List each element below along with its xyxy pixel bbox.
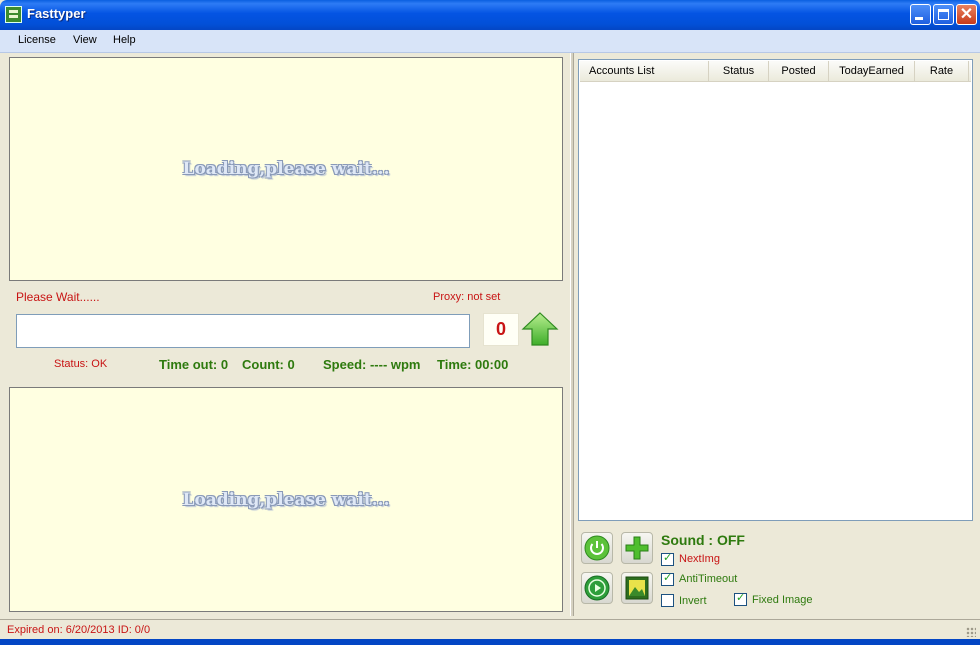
submit-arrow-icon[interactable] bbox=[521, 311, 559, 347]
wait-message: Please Wait...... bbox=[16, 290, 100, 304]
title-bar[interactable]: Fasttyper ✕ bbox=[0, 0, 980, 30]
picture-icon bbox=[625, 576, 649, 600]
close-button[interactable]: ✕ bbox=[956, 4, 977, 25]
expiry-text: Expired on: 6/20/2013 ID: 0/0 bbox=[7, 624, 151, 636]
column-header-rate[interactable]: Rate bbox=[915, 61, 969, 81]
play-button[interactable] bbox=[581, 572, 613, 604]
add-account-button[interactable] bbox=[621, 532, 653, 564]
status-label: Status: OK bbox=[54, 358, 108, 370]
power-button[interactable] bbox=[581, 532, 613, 564]
minimize-button[interactable] bbox=[910, 4, 931, 25]
speed-label: Speed: ---- wpm bbox=[323, 357, 421, 372]
menu-license[interactable]: License bbox=[18, 34, 56, 46]
nextimg-label: NextImg bbox=[679, 553, 720, 565]
preview-image-panel: Loading,please wait... bbox=[9, 387, 563, 612]
maximize-button[interactable] bbox=[933, 4, 954, 25]
close-icon: ✕ bbox=[959, 6, 974, 23]
splitter[interactable] bbox=[570, 53, 574, 616]
window-title: Fasttyper bbox=[27, 6, 86, 21]
fixed-image-label: Fixed Image bbox=[752, 594, 813, 606]
accounts-list[interactable]: Accounts List Status Posted TodayEarned … bbox=[578, 59, 973, 521]
status-bar: Expired on: 6/20/2013 ID: 0/0 bbox=[0, 619, 980, 640]
menu-bar: License View Help bbox=[0, 30, 980, 53]
image-button[interactable] bbox=[621, 572, 653, 604]
time-label: Time: 00:00 bbox=[437, 357, 509, 372]
timeout-label: Time out: 0 bbox=[159, 357, 229, 372]
minimize-icon bbox=[915, 17, 923, 20]
app-icon bbox=[5, 6, 22, 23]
antitimeout-checkbox[interactable]: ✓ bbox=[661, 571, 674, 586]
column-header-today-earned[interactable]: TodayEarned bbox=[829, 61, 915, 81]
maximize-icon bbox=[938, 9, 949, 20]
check-icon: ✓ bbox=[663, 551, 673, 564]
check-icon: ✓ bbox=[663, 571, 673, 584]
power-icon bbox=[584, 535, 610, 561]
menu-view[interactable]: View bbox=[73, 34, 97, 46]
accounts-list-header: Accounts List Status Posted TodayEarned … bbox=[580, 61, 971, 82]
nextimg-checkbox[interactable]: ✓ bbox=[661, 551, 674, 566]
column-header-accounts[interactable]: Accounts List bbox=[580, 61, 709, 81]
fixed-image-checkbox[interactable]: ✓ bbox=[734, 591, 747, 606]
check-icon: ✓ bbox=[736, 591, 746, 604]
add-icon bbox=[625, 536, 649, 560]
proxy-label: Proxy: not set bbox=[433, 291, 501, 303]
menu-help[interactable]: Help bbox=[113, 34, 136, 46]
play-icon bbox=[584, 575, 610, 601]
invert-label: Invert bbox=[679, 595, 707, 607]
window-bottom-border bbox=[0, 639, 980, 645]
invert-checkbox[interactable] bbox=[661, 594, 674, 607]
counter-display: 0 bbox=[483, 313, 519, 346]
resize-grip-icon[interactable] bbox=[966, 627, 976, 637]
captcha-image-panel: Loading,please wait... bbox=[9, 57, 563, 281]
column-header-posted[interactable]: Posted bbox=[769, 61, 829, 81]
sound-toggle[interactable]: Sound : OFF bbox=[661, 532, 745, 548]
antitimeout-label: AntiTimeout bbox=[679, 573, 738, 585]
loading-text: Loading,please wait... bbox=[182, 489, 390, 510]
loading-text: Loading,please wait... bbox=[182, 159, 390, 179]
captcha-input[interactable] bbox=[16, 314, 470, 348]
column-header-status[interactable]: Status bbox=[709, 61, 769, 81]
count-label: Count: 0 bbox=[242, 357, 295, 372]
